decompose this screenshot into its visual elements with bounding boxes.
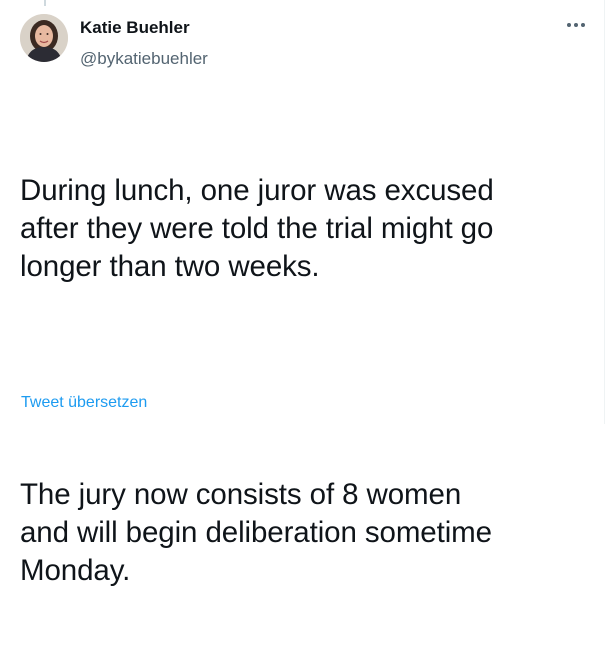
translate-tweet-link[interactable]: Tweet übersetzen <box>21 393 147 413</box>
author-name[interactable]: Katie Buehler <box>80 17 190 39</box>
tweet-text: During lunch, one juror was excused afte… <box>20 96 590 666</box>
profile-photo-icon <box>20 14 68 62</box>
thread-connector-line <box>44 0 46 6</box>
tweet-paragraph-1: During lunch, one juror was excused afte… <box>20 174 494 283</box>
author-avatar[interactable] <box>20 14 68 62</box>
tweet-paragraph-2: The jury now consists of 8 women and wil… <box>20 478 492 587</box>
tweet-card: Katie Buehler @bykatiebuehler During lun… <box>0 0 605 587</box>
author-handle[interactable]: @bykatiebuehler <box>80 48 208 70</box>
more-options-button[interactable] <box>559 14 593 36</box>
more-horizontal-icon <box>567 23 585 27</box>
